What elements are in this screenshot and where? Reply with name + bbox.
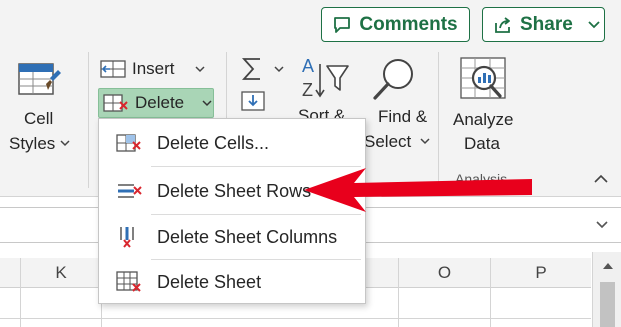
analyze-data-icon bbox=[460, 57, 506, 99]
delete-cells-icon bbox=[103, 94, 128, 112]
cell-styles-label-1: Cell bbox=[24, 109, 54, 128]
delete-button[interactable]: Delete bbox=[98, 88, 214, 118]
chevron-down-icon[interactable] bbox=[596, 221, 608, 229]
delete-cells-icon bbox=[116, 134, 141, 152]
vertical-scrollbar[interactable] bbox=[592, 252, 621, 327]
svg-text:Z: Z bbox=[302, 80, 313, 100]
menu-item-delete-cells[interactable]: Delete Cells... bbox=[99, 121, 365, 165]
cell-styles-label-2: Styles bbox=[9, 134, 56, 153]
magnifier-icon bbox=[373, 59, 413, 100]
menu-item-label: Delete Sheet bbox=[157, 271, 262, 292]
sort-filter-button[interactable]: A Z Sort & bbox=[296, 56, 354, 126]
chevron-up-icon[interactable] bbox=[594, 174, 608, 183]
column-header-o[interactable]: O bbox=[399, 258, 490, 288]
menu-item-label: Delete Sheet Columns bbox=[157, 226, 338, 247]
cell-styles-icon bbox=[18, 63, 61, 95]
analyze-label-1: Analyze bbox=[453, 110, 514, 129]
analyze-label-2: Data bbox=[464, 134, 500, 153]
chevron-down-icon[interactable] bbox=[588, 20, 600, 29]
svg-text:A: A bbox=[302, 56, 314, 76]
menu-item-delete-sheet[interactable]: Delete Sheet bbox=[99, 260, 365, 304]
insert-cells-icon bbox=[100, 60, 126, 78]
column-header-k[interactable]: K bbox=[21, 258, 101, 288]
find-label-1: Find & bbox=[378, 107, 428, 126]
cell-styles-button[interactable]: Cell Styles bbox=[6, 58, 72, 158]
menu-item-label: Delete Sheet Rows bbox=[157, 180, 312, 201]
comments-label: Comments bbox=[359, 13, 458, 35]
insert-button[interactable]: Insert bbox=[100, 56, 205, 82]
autosum-icon[interactable] bbox=[240, 56, 264, 82]
delete-rows-icon bbox=[118, 184, 142, 198]
chevron-down-icon bbox=[60, 140, 70, 147]
delete-label: Delete bbox=[135, 93, 185, 112]
column-header-p[interactable]: P bbox=[491, 258, 591, 288]
annotation-arrow-icon bbox=[304, 168, 532, 212]
share-button[interactable]: Share bbox=[482, 7, 605, 42]
chevron-down-icon bbox=[195, 65, 205, 72]
menu-item-delete-sheet-columns[interactable]: Delete Sheet Columns bbox=[99, 215, 365, 259]
find-select-button[interactable]: Find & Select bbox=[360, 56, 432, 156]
scrollbar-thumb[interactable] bbox=[600, 282, 615, 327]
comments-button[interactable]: Comments bbox=[321, 7, 470, 42]
analyze-data-button[interactable]: Analyze Data bbox=[448, 54, 520, 154]
delete-columns-icon bbox=[120, 227, 134, 248]
chevron-down-icon bbox=[420, 138, 430, 145]
chevron-down-icon bbox=[274, 66, 284, 73]
fill-icon[interactable] bbox=[240, 90, 266, 112]
chevron-down-icon bbox=[202, 99, 212, 106]
delete-sheet-icon bbox=[116, 271, 141, 292]
share-icon bbox=[495, 16, 510, 33]
menu-item-label: Delete Cells... bbox=[157, 132, 270, 153]
scroll-up-icon[interactable] bbox=[602, 262, 614, 270]
share-label: Share bbox=[520, 13, 573, 35]
grid-line bbox=[0, 318, 591, 319]
sort-filter-icon: A Z bbox=[302, 56, 349, 100]
insert-label: Insert bbox=[132, 59, 175, 78]
ribbon-divider bbox=[88, 52, 89, 188]
comment-icon bbox=[334, 16, 351, 33]
find-label-2: Select bbox=[364, 132, 412, 151]
